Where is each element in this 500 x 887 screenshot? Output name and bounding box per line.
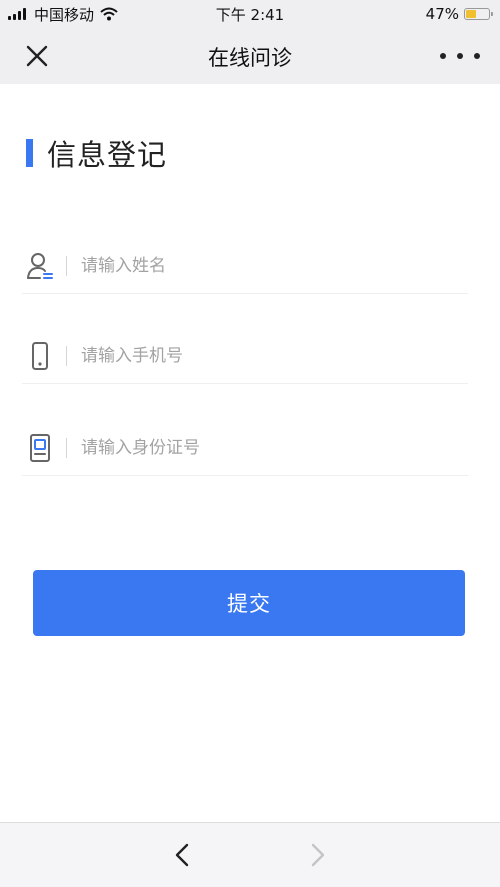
section-title: 信息登记 — [47, 138, 168, 172]
field-separator — [66, 255, 67, 276]
status-bar: 中国移动 下午 2:41 47% — [0, 0, 500, 28]
submit-button[interactable]: 提交 — [33, 570, 465, 636]
user-icon — [24, 250, 56, 282]
nav-bar: 在线问诊 — [0, 28, 500, 84]
name-input[interactable] — [81, 255, 468, 276]
field-separator — [66, 437, 67, 458]
more-icon[interactable] — [440, 42, 480, 70]
heading-accent-bar — [26, 139, 33, 167]
field-separator — [66, 345, 67, 366]
name-field — [22, 238, 468, 294]
battery-level-fill — [466, 10, 476, 18]
chevron-left-icon[interactable] — [168, 839, 198, 871]
battery-icon — [464, 8, 493, 20]
status-right: 47% — [425, 4, 493, 24]
battery-percent: 47% — [425, 5, 459, 23]
phone-field — [22, 328, 468, 384]
chevron-right-icon[interactable] — [302, 839, 332, 871]
id-card-icon — [24, 432, 56, 464]
phone-icon — [24, 340, 56, 372]
page-title: 在线问诊 — [208, 46, 292, 70]
id-card-field — [22, 420, 468, 476]
browser-bottom-bar — [0, 822, 500, 887]
section-heading: 信息登记 — [26, 134, 167, 172]
phone-input[interactable] — [81, 345, 468, 366]
id-number-input[interactable] — [81, 437, 468, 458]
